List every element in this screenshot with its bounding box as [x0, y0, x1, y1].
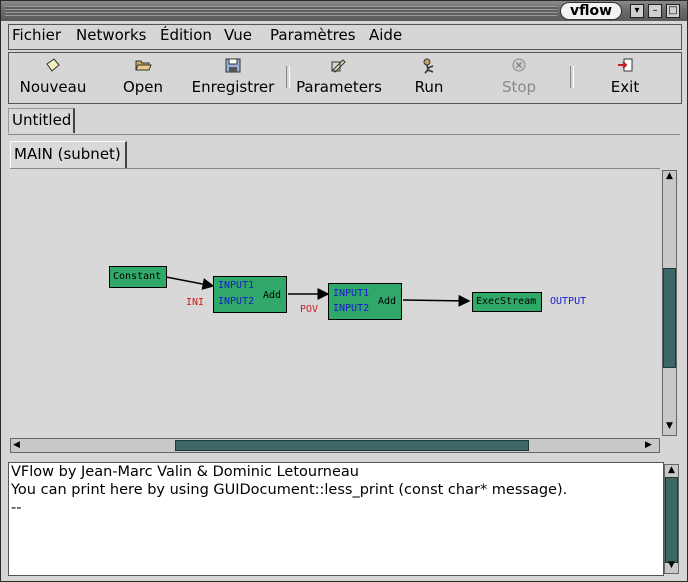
console-scroll-down-icon[interactable]: ▼: [665, 560, 678, 570]
node-add1[interactable]: INPUT1 INPUT2 Add: [213, 276, 287, 313]
node-constant[interactable]: Constant: [109, 266, 167, 288]
console-vertical-scrollbar[interactable]: ▲ ▼: [664, 464, 679, 574]
run-button[interactable]: Run: [384, 56, 474, 96]
link-constant-add1: [165, 276, 215, 290]
parameters-button[interactable]: Parameters: [294, 56, 384, 96]
console-line: VFlow by Jean-Marc Valin & Dominic Letou…: [11, 464, 359, 480]
parameters-icon: [294, 56, 384, 78]
run-icon: [384, 56, 474, 78]
console-output[interactable]: VFlow by Jean-Marc Valin & Dominic Letou…: [8, 462, 664, 576]
window-menu-icon[interactable]: ▾: [630, 4, 644, 18]
terminal-pov[interactable]: POV: [300, 304, 318, 315]
exit-icon: [580, 56, 670, 78]
node-execstream-label: ExecStream: [476, 296, 537, 307]
enregistrer-label: Enregistrer: [191, 78, 275, 96]
scroll-left-icon[interactable]: ◀: [13, 440, 20, 450]
node-execstream[interactable]: ExecStream: [472, 292, 542, 312]
open-button[interactable]: Open: [98, 56, 188, 96]
menu-edition[interactable]: Édition: [160, 26, 212, 44]
tab-untitled[interactable]: Untitled: [8, 108, 75, 133]
horizontal-scroll-thumb[interactable]: [175, 440, 529, 451]
terminal-ini[interactable]: INI: [186, 297, 204, 308]
console-scroll-thumb[interactable]: [665, 477, 678, 563]
node-add2-input1[interactable]: INPUT1: [333, 288, 369, 299]
parameters-label: Parameters: [296, 78, 382, 96]
link-add2-exec: [402, 294, 471, 307]
terminal-output[interactable]: OUTPUT: [550, 296, 586, 307]
stop-icon: [474, 56, 564, 78]
open-label: Open: [122, 78, 164, 96]
console-line: --: [11, 500, 22, 516]
console-scroll-up-icon[interactable]: ▲: [665, 465, 678, 475]
node-add1-output[interactable]: Add: [263, 290, 281, 301]
run-label: Run: [414, 78, 444, 96]
minimize-icon[interactable]: –: [648, 4, 662, 18]
toolbar-separator: [286, 66, 290, 88]
scroll-right-icon[interactable]: ▶: [645, 440, 652, 450]
stop-button[interactable]: Stop: [474, 56, 564, 96]
node-add1-input1[interactable]: INPUT1: [218, 280, 254, 291]
menu-fichier[interactable]: Fichier: [12, 26, 61, 44]
nouveau-label: Nouveau: [19, 78, 87, 96]
tab-main-subnet-label: MAIN (subnet): [14, 145, 121, 163]
stop-label: Stop: [501, 78, 537, 96]
scroll-up-icon[interactable]: ▲: [663, 171, 676, 181]
menu-parametres[interactable]: Paramètres: [270, 26, 356, 44]
vertical-scroll-thumb[interactable]: [663, 268, 676, 368]
open-folder-icon: [98, 56, 188, 78]
exit-button[interactable]: Exit: [580, 56, 670, 96]
nouveau-button[interactable]: Nouveau: [8, 56, 98, 96]
menu-vue[interactable]: Vue: [224, 26, 252, 44]
node-constant-label: Constant: [113, 271, 162, 282]
window-title: vflow: [560, 2, 622, 20]
menu-aide[interactable]: Aide: [369, 26, 402, 44]
tab-main-subnet[interactable]: MAIN (subnet): [10, 141, 127, 168]
exit-label: Exit: [610, 78, 640, 96]
network-canvas[interactable]: Constant INPUT1 INPUT2 Add INPUT1 INPUT2…: [10, 168, 660, 437]
toolbar-separator: [570, 66, 574, 88]
tab-untitled-label: Untitled: [12, 111, 72, 129]
new-file-icon: [8, 56, 98, 78]
node-add2[interactable]: INPUT1 INPUT2 Add: [328, 283, 402, 320]
scroll-down-icon[interactable]: ▼: [663, 421, 676, 431]
console-line: You can print here by using GUIDocument:…: [11, 482, 568, 498]
node-add2-input2[interactable]: INPUT2: [333, 303, 369, 314]
enregistrer-button[interactable]: Enregistrer: [188, 56, 278, 96]
menu-networks[interactable]: Networks: [76, 26, 146, 44]
canvas-vertical-scrollbar[interactable]: ▲ ▼: [662, 170, 677, 436]
maximize-icon[interactable]: □: [666, 4, 680, 18]
title-bar-stripes: [5, 6, 557, 16]
node-add2-output[interactable]: Add: [378, 296, 396, 307]
node-add1-input2[interactable]: INPUT2: [218, 296, 254, 307]
floppy-disk-icon: [188, 56, 278, 78]
canvas-horizontal-scrollbar[interactable]: ◀ ▶: [10, 438, 660, 453]
